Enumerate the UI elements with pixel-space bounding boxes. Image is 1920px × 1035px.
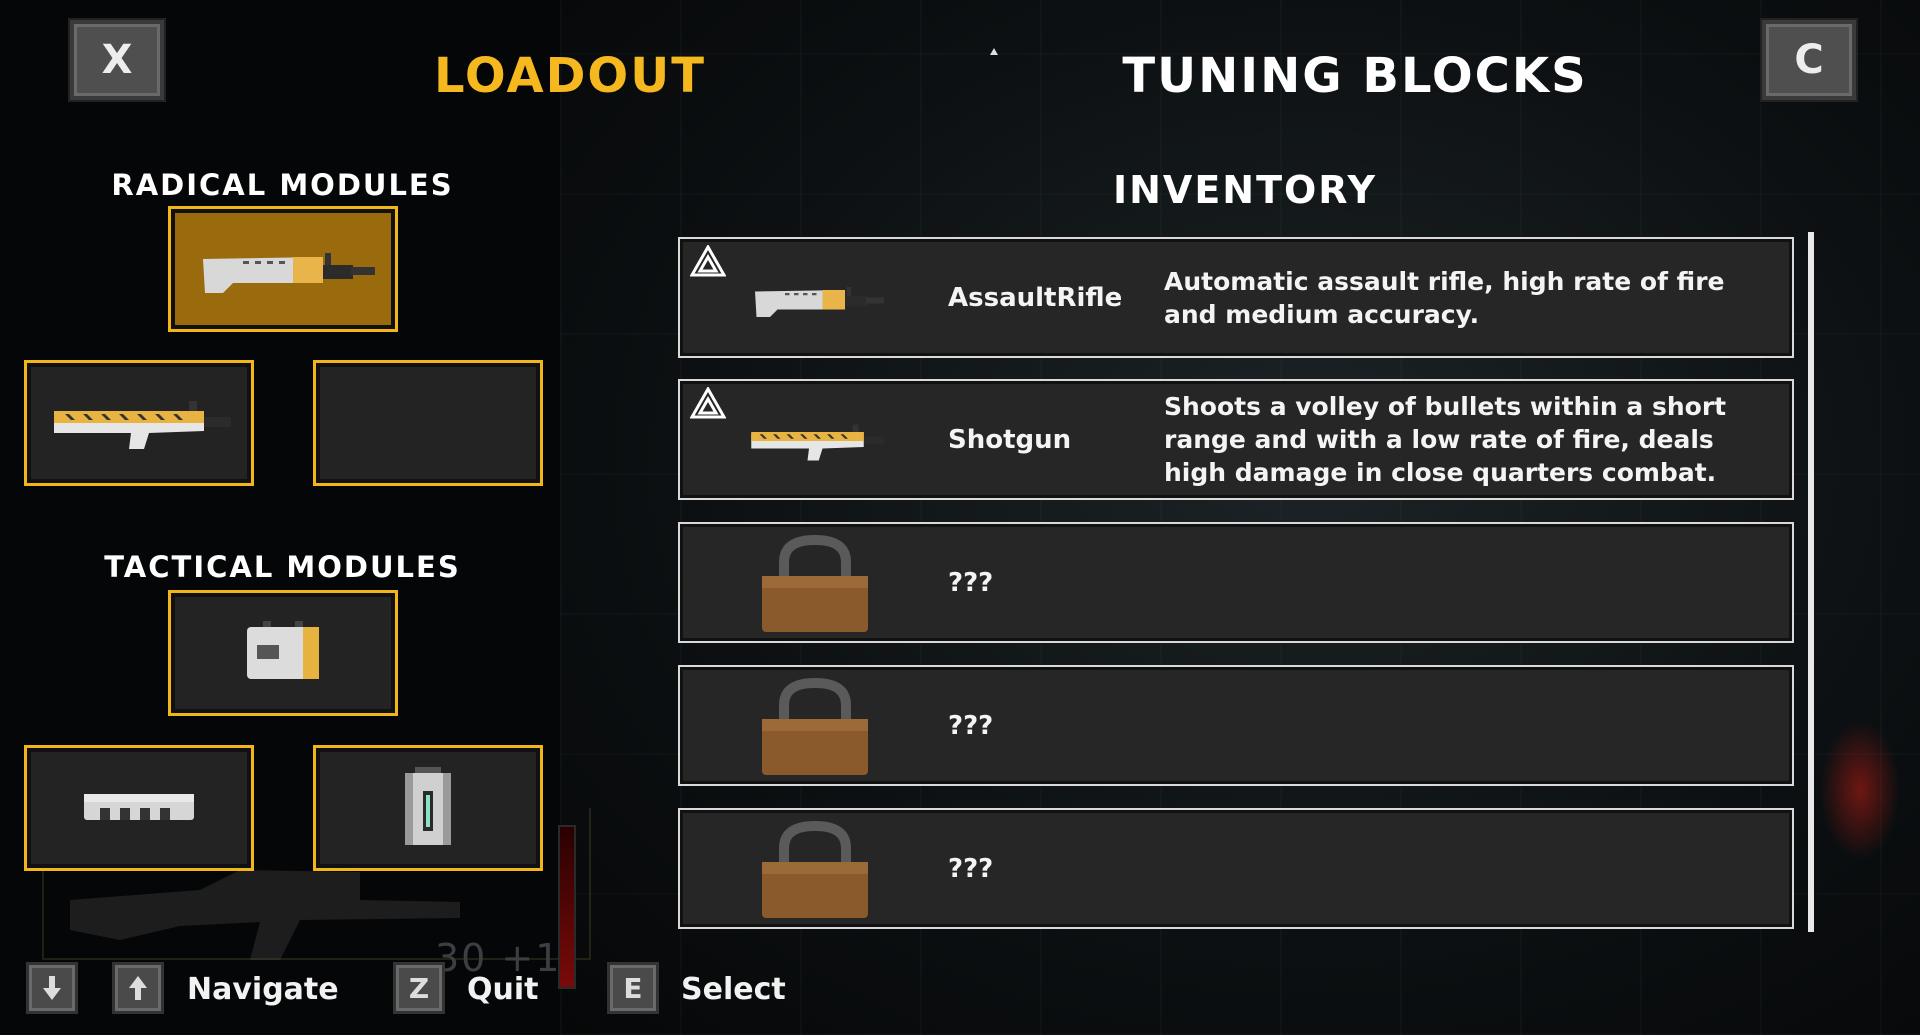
assault-rifle-icon: [203, 253, 375, 293]
tab-indicator-icon: [990, 48, 998, 55]
radical-slot-3-empty[interactable]: [313, 360, 543, 486]
inventory-item-locked[interactable]: ???: [678, 665, 1794, 786]
background-weapon-silhouette: [70, 870, 460, 960]
up-arrow-icon: [129, 976, 147, 1000]
tactical-slot-1[interactable]: [168, 590, 398, 716]
select-hint: Select: [681, 972, 786, 1007]
item-name: ???: [948, 710, 994, 741]
tactical-slot-3[interactable]: [313, 745, 543, 871]
item-description: [1164, 810, 1764, 927]
down-arrow-icon: [43, 976, 61, 1000]
inventory-item-shotgun[interactable]: Shotgun Shoots a volley of bullets withi…: [678, 379, 1794, 500]
assault-rifle-icon: [755, 286, 884, 317]
shotgun-icon: [751, 424, 884, 460]
tab-tuning-blocks[interactable]: TUNING BLOCKS: [1120, 48, 1590, 104]
canister-module-icon: [405, 767, 451, 845]
select-key: E: [607, 962, 659, 1014]
tier-triangle-icon: [690, 245, 726, 277]
item-name: AssaultRifle: [948, 282, 1123, 313]
inventory-title: INVENTORY: [1112, 168, 1378, 212]
background-red-glow: [1820, 720, 1900, 860]
tier-triangle-icon: [690, 387, 726, 419]
close-button[interactable]: X: [70, 20, 164, 100]
switch-tab-button[interactable]: C: [1762, 20, 1856, 100]
tactical-slot-2[interactable]: [24, 745, 254, 871]
switch-key-label: C: [1794, 37, 1824, 83]
quit-key-label: Z: [408, 971, 430, 1005]
close-key-label: X: [101, 37, 133, 83]
tactical-modules-title: TACTICAL MODULES: [104, 550, 461, 584]
radical-modules-title: RADICAL MODULES: [111, 168, 454, 202]
down-arrow-key: [26, 962, 78, 1014]
inventory-scrollbar[interactable]: [1808, 232, 1814, 932]
up-arrow-key: [112, 962, 164, 1014]
health-bar: [558, 825, 576, 989]
battery-module-icon: [247, 621, 319, 679]
item-description: [1164, 667, 1764, 784]
item-description: [1164, 524, 1764, 641]
navigate-hint: Navigate: [187, 972, 339, 1007]
radical-slot-1[interactable]: [168, 206, 398, 332]
item-description: Automatic assault rifle, high rate of fi…: [1164, 266, 1725, 329]
padlock-icon: [762, 534, 868, 632]
item-name: Shotgun: [948, 424, 1072, 455]
padlock-icon: [762, 820, 868, 918]
shotgun-icon: [54, 401, 231, 449]
item-description: Shoots a volley of bullets within a shor…: [1164, 392, 1727, 487]
item-name: ???: [948, 567, 994, 598]
magazine-module-icon: [84, 794, 194, 820]
padlock-icon: [762, 677, 868, 775]
tab-loadout[interactable]: LOADOUT: [420, 48, 720, 104]
quit-key: Z: [393, 962, 445, 1014]
select-key-label: E: [623, 971, 643, 1005]
inventory-item-locked[interactable]: ???: [678, 808, 1794, 929]
inventory-item-assault-rifle[interactable]: AssaultRifle Automatic assault rifle, hi…: [678, 237, 1794, 358]
quit-hint: Quit: [467, 972, 539, 1007]
inventory-item-locked[interactable]: ???: [678, 522, 1794, 643]
radical-slot-2[interactable]: [24, 360, 254, 486]
item-name: ???: [948, 853, 994, 884]
